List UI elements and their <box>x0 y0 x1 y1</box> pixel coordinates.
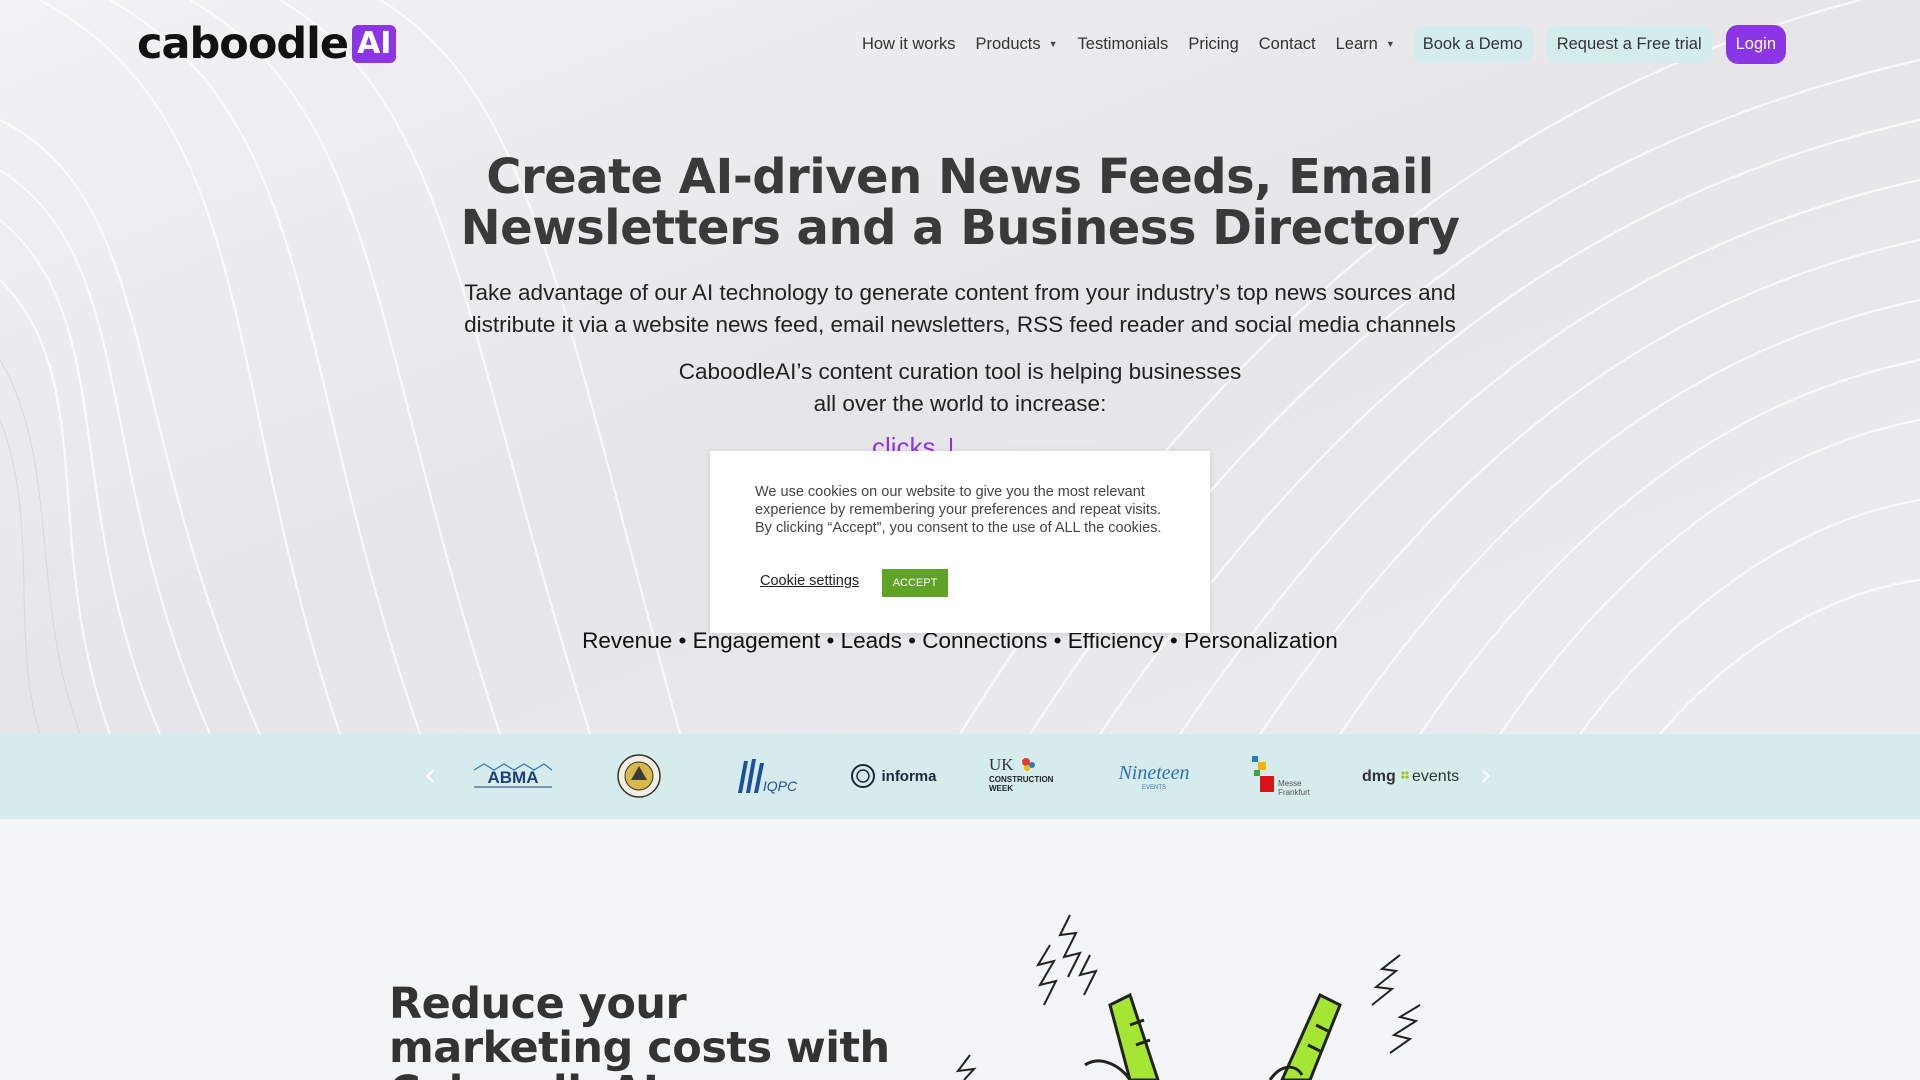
nav-pricing[interactable]: Pricing <box>1188 35 1238 54</box>
hero-tagline: CaboodleAI’s content curation tool is he… <box>0 356 1920 420</box>
cookie-settings-link[interactable]: Cookie settings <box>760 573 859 589</box>
client-logo-carousel: ‹ ABMA IQPC informa UK CONSTRUCTION WEEK… <box>0 734 1920 819</box>
svg-text:CONSTRUCTION: CONSTRUCTION <box>989 775 1054 784</box>
messe-logo-icon: Messe Frankfurt <box>1252 756 1311 797</box>
svg-text:dmg: dmg <box>1362 768 1396 785</box>
client-logo-text: Nineteen <box>1117 762 1189 784</box>
svg-text:events: events <box>1412 768 1459 785</box>
nav-contact[interactable]: Contact <box>1259 35 1316 54</box>
svg-text:WEEK: WEEK <box>989 784 1013 793</box>
client-logo-text: IQPC <box>763 778 798 794</box>
hero-subtitle-line: distribute it via a website news feed, e… <box>464 312 1456 337</box>
client-logo-iqpc: IQPC <box>734 750 798 802</box>
megaphone-hands-illustration <box>955 914 1421 1080</box>
caret-down-icon: ▼ <box>1385 39 1395 49</box>
client-logo-informa: informa <box>850 750 942 802</box>
nav-label: How it works <box>861 34 956 53</box>
hero-subtitle-line: Take advantage of our AI technology to g… <box>464 280 1456 305</box>
seal-logo-icon <box>617 754 661 798</box>
nineteen-logo-icon: Nineteen EVENTS <box>1117 762 1189 791</box>
logo-wordmark: caboodle <box>137 19 349 69</box>
client-logo-seal <box>614 750 664 802</box>
section-title: Reduce your marketing costs with Caboodl… <box>389 979 890 1080</box>
hero-title-line: Create AI-driven News Feeds, Email <box>486 149 1434 205</box>
login-button[interactable]: Login <box>1725 24 1786 64</box>
client-logo-text: informa <box>881 768 937 785</box>
client-logo-ukcw: UK CONSTRUCTION WEEK <box>987 750 1061 802</box>
client-logo-abma: ABMA <box>470 750 556 802</box>
client-logo-messe: Messe Frankfurt <box>1248 750 1314 802</box>
main-nav: How it works Products ▼ Testimonials Pri… <box>842 24 1786 64</box>
logo-ai-badge: AI <box>352 25 397 63</box>
client-logo-nineteen: Nineteen EVENTS <box>1114 750 1194 802</box>
nav-learn[interactable]: Learn ▼ <box>1336 35 1395 54</box>
svg-text:EVENTS: EVENTS <box>1142 785 1166 791</box>
free-trial-button[interactable]: Request a Free trial <box>1546 25 1712 63</box>
nav-label: Products <box>975 34 1041 53</box>
nav-label: Pricing <box>1188 34 1239 53</box>
informa-logo-icon: informa <box>851 764 937 788</box>
hero-tagline-line: CaboodleAI’s content curation tool is he… <box>678 359 1242 384</box>
book-demo-button[interactable]: Book a Demo <box>1412 25 1533 63</box>
nav-products[interactable]: Products ▼ <box>975 35 1057 54</box>
svg-text:Frankfurt: Frankfurt <box>1278 788 1311 797</box>
svg-text:UK: UK <box>989 755 1014 774</box>
abma-logo-icon: ABMA <box>473 763 553 788</box>
nav-label: Contact <box>1258 34 1316 53</box>
nav-label: Learn <box>1335 34 1378 53</box>
nav-how-it-works[interactable]: How it works <box>862 35 956 54</box>
client-logo-text: ABMA <box>488 768 539 787</box>
svg-text:Messe: Messe <box>1278 779 1302 788</box>
client-logo-dmg: dmg events <box>1360 750 1460 802</box>
iqpc-logo-icon: IQPC <box>738 759 798 794</box>
typed-word: clicks <box>872 432 936 452</box>
nav-testimonials[interactable]: Testimonials <box>1078 35 1169 54</box>
nav-label: Testimonials <box>1077 34 1169 53</box>
cookie-message: We use cookies on our website to give yo… <box>755 484 1162 536</box>
ukcw-logo-icon: UK CONSTRUCTION WEEK <box>989 755 1054 793</box>
cookie-banner: We use cookies on our website to give yo… <box>710 451 1210 633</box>
dmg-logo-icon: dmg events <box>1362 768 1459 785</box>
site-header: caboodle AI How it works Products ▼ Test… <box>0 0 1920 90</box>
caret-down-icon: ▼ <box>1048 39 1058 49</box>
cookie-accept-button[interactable]: ACCEPT <box>882 569 948 597</box>
chevron-right-icon[interactable]: › <box>1480 758 1492 793</box>
hero-tagline-line: all over the world to increase: <box>813 391 1107 416</box>
hero-title-line: Newsletters and a Business Directory <box>460 200 1461 256</box>
hero-title: Create AI-driven News Feeds, Email Newsl… <box>0 152 1920 254</box>
caboodle-logo[interactable]: caboodle AI <box>137 19 397 69</box>
hero-subtitle: Take advantage of our AI technology to g… <box>0 277 1920 341</box>
chevron-left-icon[interactable]: ‹ <box>424 758 436 793</box>
